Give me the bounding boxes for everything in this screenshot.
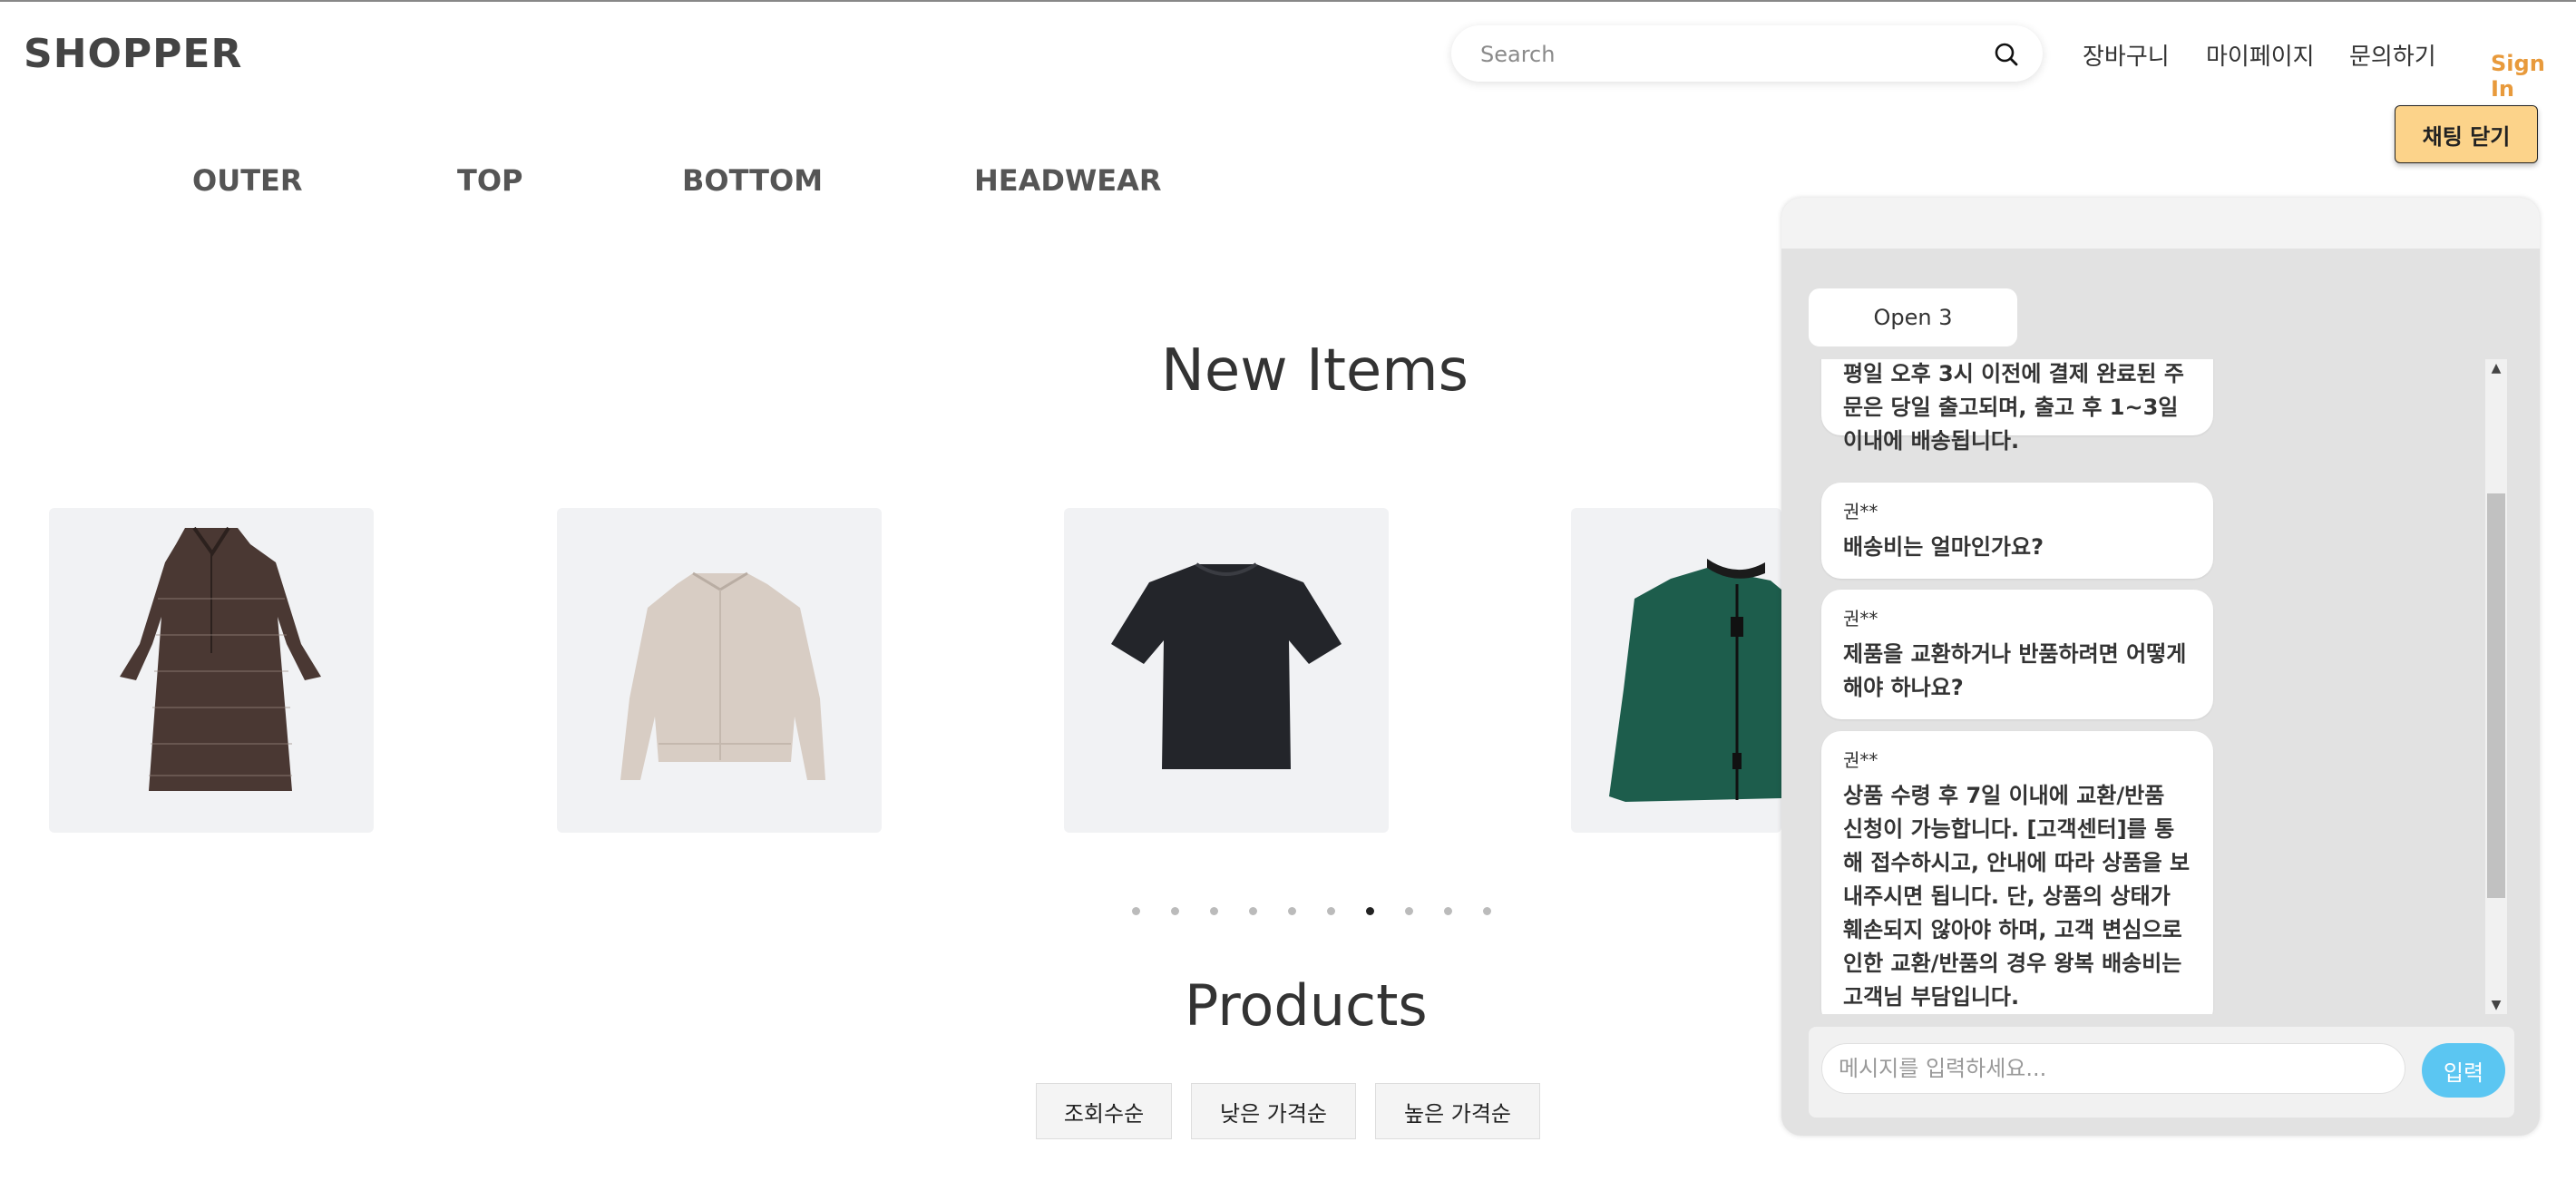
carousel-dot[interactable]: [1483, 907, 1491, 915]
carousel-dot-active[interactable]: [1366, 907, 1374, 915]
chat-message: 권** 배송비는 얼마인가요?: [1821, 483, 2213, 579]
scrollbar-thumb[interactable]: [2487, 493, 2505, 898]
green-zip-jacket-image: [1609, 559, 1781, 802]
carousel-dots: [1132, 907, 1522, 915]
product-card-light-jacket[interactable]: [557, 508, 882, 833]
message-sender: 권**: [1843, 501, 1878, 522]
chat-message: 평일 오후 3시 이전에 결제 완료된 주문은 당일 출고되며, 출고 후 1~…: [1821, 359, 2213, 454]
scroll-up-icon[interactable]: ▲: [2485, 361, 2507, 376]
carousel-dot[interactable]: [1405, 907, 1413, 915]
search-input[interactable]: [1478, 25, 1954, 83]
chat-input-area: 입력: [1809, 1027, 2514, 1118]
category-headwear[interactable]: HEADWEAR: [974, 163, 1162, 198]
sort-high-price-button[interactable]: 높은 가격순: [1375, 1083, 1540, 1139]
nav-cart[interactable]: 장바구니: [2083, 38, 2170, 72]
product-card-dress[interactable]: [49, 508, 374, 833]
message-text: 제품을 교환하거나 반품하려면 어떻게 해야 하나요?: [1843, 641, 2187, 700]
close-chat-button[interactable]: 채팅 닫기: [2395, 105, 2538, 163]
products-heading: Products: [1185, 972, 1428, 1039]
carousel-dot[interactable]: [1327, 907, 1335, 915]
chat-header: [1781, 198, 2540, 249]
sign-in-link[interactable]: Sign In: [2491, 51, 2576, 102]
message-text: 평일 오후 3시 이전에 결제 완료된 주문은 당일 출고되며, 출고 후 1~…: [1843, 361, 2184, 454]
carousel-dot[interactable]: [1288, 907, 1296, 915]
search-icon[interactable]: [1994, 42, 2019, 67]
chat-message: 권** 상품 수령 후 7일 이내에 교환/반품 신청이 가능합니다. [고객센…: [1821, 731, 2213, 1014]
dress-image: [120, 526, 321, 791]
carousel-dot[interactable]: [1444, 907, 1452, 915]
message-sender: 권**: [1843, 608, 1878, 630]
carousel-dot[interactable]: [1210, 907, 1218, 915]
chat-room-tab[interactable]: Open 3: [1809, 288, 2017, 346]
message-text: 상품 수령 후 7일 이내에 교환/반품 신청이 가능합니다. [고객센터]를 …: [1843, 783, 2191, 1010]
sort-low-price-button[interactable]: 낮은 가격순: [1191, 1083, 1356, 1139]
light-jacket-image: [620, 571, 825, 780]
category-top[interactable]: TOP: [457, 163, 522, 198]
black-tshirt-image: [1111, 562, 1342, 769]
chat-scrollbar[interactable]: ▲ ▼: [2485, 359, 2507, 1014]
carousel-dot[interactable]: [1171, 907, 1179, 915]
scroll-down-icon[interactable]: ▼: [2485, 998, 2507, 1012]
logo[interactable]: SHOPPER: [24, 31, 242, 77]
nav-mypage[interactable]: 마이페이지: [2206, 38, 2315, 72]
message-sender: 권**: [1843, 749, 1878, 771]
carousel-dot[interactable]: [1249, 907, 1257, 915]
message-text: 배송비는 얼마인가요?: [1843, 534, 2044, 560]
message-input[interactable]: [1821, 1043, 2405, 1094]
chat-message: 권** 제품을 교환하거나 반품하려면 어떻게 해야 하나요?: [1821, 590, 2213, 719]
category-bottom[interactable]: BOTTOM: [682, 163, 823, 198]
sort-views-button[interactable]: 조회수순: [1036, 1083, 1172, 1139]
category-outer[interactable]: OUTER: [192, 163, 303, 198]
carousel-dot[interactable]: [1132, 907, 1140, 915]
new-items-heading: New Items: [1161, 337, 1469, 405]
nav-inquiry[interactable]: 문의하기: [2349, 38, 2436, 72]
product-card-black-tshirt[interactable]: [1064, 508, 1389, 833]
chat-messages: 평일 오후 3시 이전에 결제 완료된 주문은 당일 출고되며, 출고 후 1~…: [1809, 359, 2514, 1014]
product-card-green-zip-jacket[interactable]: [1571, 508, 1781, 833]
search-bar: [1451, 25, 2043, 83]
send-button[interactable]: 입력: [2422, 1043, 2505, 1098]
chat-panel: Open 3 평일 오후 3시 이전에 결제 완료된 주문은 당일 출고되며, …: [1781, 198, 2540, 1136]
top-border: [0, 0, 2576, 2]
